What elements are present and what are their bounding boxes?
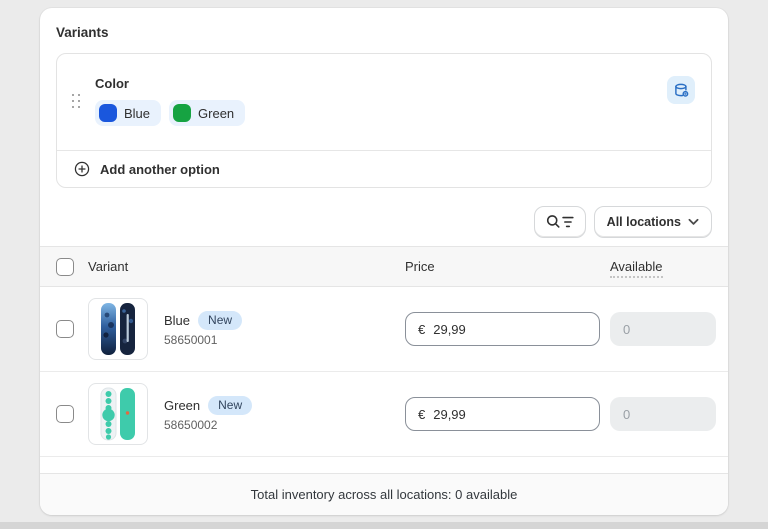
blue-snowboards-image — [94, 301, 142, 357]
green-color-swatch — [173, 104, 192, 122]
variant-name[interactable]: Blue — [164, 313, 190, 328]
option-value-label: Blue — [124, 105, 151, 121]
add-option-label: Add another option — [100, 161, 220, 177]
currency-symbol: € — [418, 321, 426, 337]
currency-symbol: € — [418, 406, 426, 422]
option-value-chip-blue[interactable]: Blue — [95, 100, 162, 126]
table-row: Green New 58650002 € — [40, 372, 728, 457]
price-value-input[interactable] — [433, 321, 587, 337]
search-filter-button[interactable] — [533, 206, 586, 238]
price-value-input[interactable] — [433, 406, 587, 422]
plus-circle-icon — [73, 160, 91, 178]
column-header-available[interactable]: Available — [610, 259, 663, 278]
variant-name[interactable]: Green — [164, 398, 200, 413]
column-header-variant: Variant — [88, 259, 129, 274]
search-filter-icon — [545, 213, 575, 231]
variants-card: Variants Color Blue Green Add another op… — [40, 8, 728, 515]
row-checkbox[interactable] — [56, 405, 74, 423]
option-values: Blue Green — [95, 100, 667, 126]
chevron-down-icon — [688, 218, 699, 226]
table-row: Blue New 58650001 € — [40, 287, 728, 372]
connected-data-button[interactable] — [667, 76, 695, 104]
location-selector-button[interactable]: All locations — [593, 206, 712, 238]
table-header-row: Variant Price Available — [40, 247, 728, 287]
variant-sku: 58650001 — [164, 333, 218, 347]
option-value-label: Green — [198, 105, 235, 121]
new-badge: New — [208, 396, 253, 415]
option-value-chip-green[interactable]: Green — [169, 100, 246, 126]
location-selector-label: All locations — [606, 215, 681, 229]
row-checkbox[interactable] — [56, 320, 74, 338]
add-option-button[interactable]: Add another option — [57, 151, 711, 187]
option-main-row: Color Blue Green — [57, 54, 711, 150]
blue-color-swatch — [99, 104, 117, 122]
window-bottom-edge — [0, 522, 768, 529]
page-title: Variants — [56, 25, 109, 40]
column-header-price: Price — [405, 259, 435, 274]
select-all-checkbox[interactable] — [56, 257, 74, 276]
total-inventory-footer: Total inventory across all locations: 0 … — [40, 473, 728, 515]
option-content: Color Blue Green — [95, 76, 667, 126]
variant-sku: 58650002 — [164, 418, 218, 432]
available-quantity-input — [610, 312, 716, 346]
variant-thumbnail[interactable] — [88, 298, 148, 360]
variants-table: Variant Price Available Blue New 5865000… — [40, 246, 728, 515]
variant-option-card: Color Blue Green Add another option — [56, 53, 712, 188]
database-icon — [673, 82, 690, 99]
table-toolbar: All locations — [56, 206, 712, 238]
table-spacer — [40, 457, 728, 473]
price-input[interactable]: € — [405, 397, 600, 431]
new-badge: New — [198, 311, 243, 330]
green-snowboards-image — [94, 386, 142, 442]
available-quantity-input — [610, 397, 716, 431]
variant-thumbnail[interactable] — [88, 383, 148, 445]
drag-handle-icon[interactable] — [69, 92, 83, 110]
price-input[interactable]: € — [405, 312, 600, 346]
option-name-label: Color — [95, 76, 129, 91]
